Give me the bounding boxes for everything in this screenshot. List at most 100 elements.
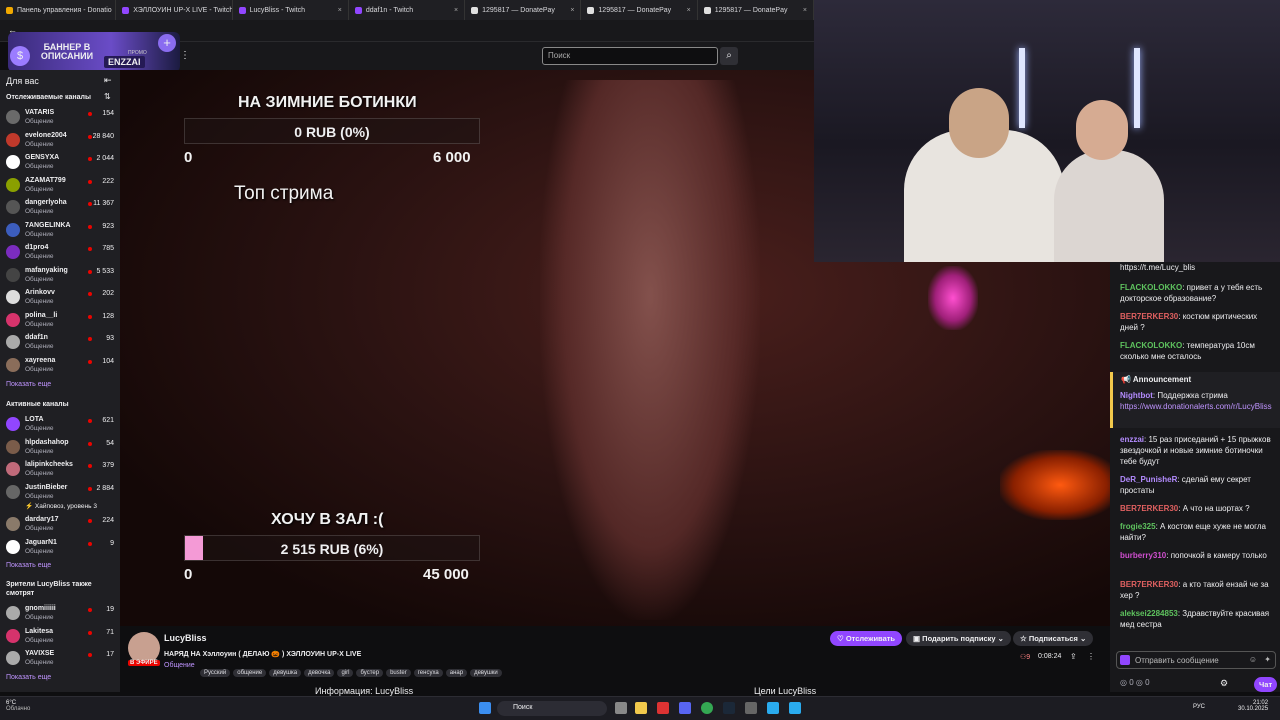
channel-row[interactable]: YAVIXSE Общение 17: [6, 647, 116, 669]
chat-username[interactable]: enzzai: [1120, 435, 1144, 444]
sort-icon[interactable]: ⇅: [104, 92, 111, 101]
browser-tab[interactable]: ХЭЛЛОУИН UP-X LIVE - Twitch×: [116, 0, 233, 20]
steam-icon[interactable]: [723, 702, 735, 714]
channel-row[interactable]: dangerlyoha Общение 11 367: [6, 196, 116, 218]
channel-name[interactable]: LucyBliss: [164, 633, 207, 643]
telegram-icon-2[interactable]: [789, 702, 801, 714]
follow-button[interactable]: ♡ Отслеживать: [830, 631, 903, 646]
weather-widget[interactable]: 6°C Облачно: [6, 700, 30, 712]
tag-chip[interactable]: девочка: [304, 669, 335, 677]
category-link[interactable]: Общение: [164, 662, 195, 669]
close-icon[interactable]: ×: [803, 7, 807, 14]
collapse-icon[interactable]: ⇤: [104, 75, 112, 86]
telegram-icon[interactable]: [767, 702, 779, 714]
channel-row[interactable]: ddaf1n Общение 93: [6, 331, 116, 353]
browser-tab[interactable]: LucyBliss - Twitch ×: [233, 0, 349, 20]
close-icon[interactable]: ×: [570, 7, 574, 14]
channel-avatar: [6, 245, 20, 259]
app-icon[interactable]: [745, 702, 757, 714]
chat-input[interactable]: Отправить сообщение ☺ ✦: [1116, 651, 1276, 669]
taskview-icon[interactable]: [615, 702, 627, 714]
channel-name: JaguarN1: [25, 538, 57, 546]
tag-chip[interactable]: генсуха: [413, 669, 443, 677]
browser-tab[interactable]: Панель управления - Donatio×: [0, 0, 117, 20]
subscribe-button[interactable]: ☆ Подписаться ⌄: [1013, 631, 1094, 646]
channel-row[interactable]: xayreena Общение 104: [6, 354, 116, 376]
tag-chip[interactable]: девушки: [470, 669, 502, 677]
chat-username[interactable]: burberry310: [1120, 551, 1166, 560]
chat-username[interactable]: FLACKOLOKKO: [1120, 283, 1182, 292]
close-icon[interactable]: ×: [687, 7, 691, 14]
shield-icon[interactable]: [657, 702, 669, 714]
channel-row[interactable]: GENSYXA Общение 2 044: [6, 151, 116, 173]
tag-chip[interactable]: Русский: [200, 669, 231, 677]
chat-username[interactable]: FLACKOLOKKO: [1120, 341, 1182, 350]
more-icon[interactable]: ⋮: [1087, 652, 1095, 661]
explorer-icon[interactable]: [635, 702, 647, 714]
chat-username[interactable]: aleksei2284853: [1120, 609, 1178, 618]
channel-row[interactable]: polina__li Общение 128: [6, 309, 116, 331]
start-icon[interactable]: [479, 702, 491, 714]
channel-row[interactable]: evelone2004 Общение 28 840: [6, 129, 116, 151]
browser-tab[interactable]: 1295817 — DonatePay ×: [465, 0, 582, 20]
channel-row[interactable]: d1pro4 Общение 785: [6, 241, 116, 263]
clock[interactable]: 21:02 30.10.2025: [1238, 700, 1268, 712]
channel-row[interactable]: JaguarN1 Общение 9: [6, 536, 116, 558]
channel-row[interactable]: Lakitesa Общение 71: [6, 625, 116, 647]
channel-category: Общение: [25, 525, 54, 532]
plus-icon[interactable]: +: [158, 34, 176, 52]
channel-name: ddaf1n: [25, 334, 48, 341]
live-dot: [88, 419, 92, 423]
chat-send-button[interactable]: Чат: [1254, 677, 1278, 692]
emote-icon[interactable]: ☺: [1249, 655, 1257, 664]
browser-tab[interactable]: ddaf1n - Twitch ×: [349, 0, 466, 20]
chat-settings-icon[interactable]: ⚙: [1220, 678, 1228, 689]
channel-row[interactable]: AZAMAT799 Общение 222: [6, 174, 116, 196]
tag-chip[interactable]: девушка: [269, 669, 302, 677]
promo-banner[interactable]: $ БАННЕР В ОПИСАНИИ ПРОМО ENZZAI +: [8, 32, 180, 72]
close-icon[interactable]: ×: [454, 7, 458, 14]
tag-chip[interactable]: общение: [233, 669, 267, 677]
more-options-icon[interactable]: ⋮: [180, 50, 190, 61]
browser-tab[interactable]: 1295817 — DonatePay ×: [698, 0, 814, 20]
channel-row[interactable]: lalipinkcheeks Общение 379: [6, 458, 116, 480]
channel-row[interactable]: VATARIS Общение 154: [6, 106, 116, 128]
channel-points[interactable]: ◎ 0 ◎ 0: [1120, 678, 1150, 687]
channel-row[interactable]: 7ANGELINKA Общение 923: [6, 219, 116, 241]
chat-text: : А что на шортах ?: [1178, 504, 1250, 513]
search-button[interactable]: ⌕: [720, 47, 738, 65]
channel-row[interactable]: Arinkovv Общение 202: [6, 286, 116, 308]
live-dot: [88, 224, 92, 229]
show-more-followed[interactable]: Показать еще: [6, 381, 51, 388]
share-icon[interactable]: ⇪: [1070, 652, 1077, 661]
chat-username[interactable]: BER7ERKER30: [1120, 312, 1178, 321]
channel-row[interactable]: mafanyaking Общение 5 533: [6, 264, 116, 286]
close-icon[interactable]: ×: [338, 7, 342, 14]
chat-username[interactable]: BER7ERKER30: [1120, 504, 1178, 513]
show-more-active[interactable]: Показать еще: [6, 562, 51, 569]
language-indicator[interactable]: РУС: [1193, 704, 1205, 710]
chat-username[interactable]: DeR_PunisheR: [1120, 475, 1177, 484]
show-more-related[interactable]: Показать еще: [6, 674, 51, 681]
channel-row[interactable]: hlpdashahop Общение 54: [6, 436, 116, 458]
tag-chip[interactable]: girl: [337, 669, 354, 677]
channel-row[interactable]: JustinBieber Общение 2 884: [6, 481, 116, 503]
tag-chip[interactable]: buster: [386, 669, 411, 677]
chrome-icon[interactable]: [701, 702, 713, 714]
chat-link[interactable]: https://t.me/Lucy_blis: [1120, 262, 1276, 273]
browser-tab[interactable]: 1295817 — DonatePay ×: [581, 0, 698, 20]
chat-username[interactable]: frogie325: [1120, 522, 1156, 531]
channel-row[interactable]: gnomiiiiii Общение 19: [6, 602, 116, 624]
search-input[interactable]: Поиск: [542, 47, 718, 65]
tag-chip[interactable]: анар: [445, 669, 468, 677]
taskbar-search[interactable]: Поиск: [497, 701, 607, 716]
channel-row[interactable]: dardary17 Общение 224: [6, 513, 116, 535]
tag-chip[interactable]: бустер: [356, 669, 384, 677]
announcement-link[interactable]: https://www.donationalerts.com/r/LucyBli…: [1120, 402, 1272, 411]
wand-icon[interactable]: ✦: [1264, 655, 1271, 664]
gift-sub-button[interactable]: ▣ Подарить подписку ⌄: [906, 631, 1011, 646]
live-dot: [88, 157, 92, 161]
discord-icon[interactable]: [679, 702, 691, 714]
channel-row[interactable]: LOTA Общение 621: [6, 413, 116, 435]
chat-username[interactable]: BER7ERKER30: [1120, 580, 1178, 589]
